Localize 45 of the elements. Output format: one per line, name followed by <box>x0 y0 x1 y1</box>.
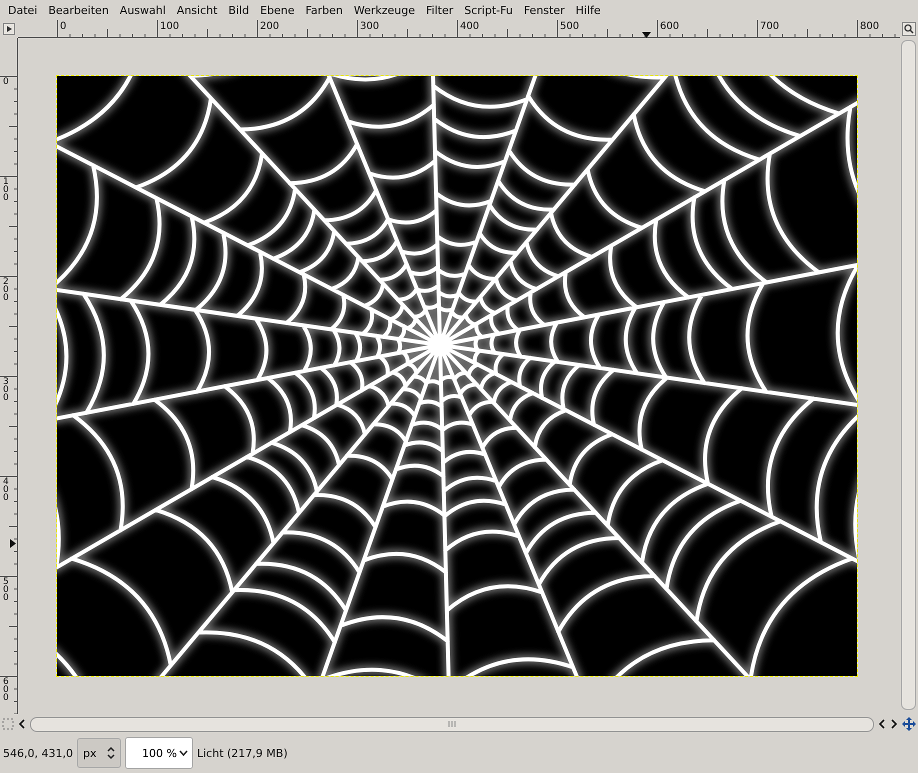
unit-selector[interactable]: px <box>76 738 121 768</box>
move-cross-icon[interactable] <box>902 717 916 731</box>
ruler-label: 300 <box>360 21 380 32</box>
menu-item[interactable]: Fenster <box>520 4 572 16</box>
menu-item[interactable]: Hilfe <box>572 4 608 16</box>
zoom-selector[interactable]: 100 % <box>124 737 193 769</box>
ruler-label: 600 <box>3 678 9 702</box>
menu-item[interactable]: Filter <box>422 4 460 16</box>
ruler-label: 400 <box>3 478 9 502</box>
arrow-right-icon[interactable] <box>890 719 898 729</box>
menu-item[interactable]: Bearbeiten <box>44 4 116 16</box>
ruler-label: 0 <box>3 78 9 86</box>
menu-item[interactable]: Auswahl <box>116 4 173 16</box>
ruler-label: 0 <box>60 21 66 32</box>
menu-item[interactable]: Script-Fu <box>460 4 520 16</box>
ruler-label: 500 <box>3 578 9 602</box>
arrow-left-icon[interactable] <box>878 719 886 729</box>
menu-item[interactable]: Ansicht <box>172 4 224 16</box>
menu-item[interactable]: Werkzeuge <box>350 4 422 16</box>
pointer-marker-icon <box>10 539 16 548</box>
ruler-label: 800 <box>860 21 880 32</box>
ruler-label: 600 <box>660 21 680 32</box>
pointer-marker-icon <box>642 32 651 38</box>
caret-icon <box>178 750 188 756</box>
ruler-label: 300 <box>3 378 9 402</box>
menu-item[interactable]: Farben <box>302 4 350 16</box>
layer-info: Licht (217,9 MB) <box>196 746 288 760</box>
arrow-left-icon[interactable] <box>18 719 26 729</box>
ruler-label: 500 <box>560 21 580 32</box>
ruler-label: 200 <box>260 21 280 32</box>
menu-item[interactable]: Bild <box>224 4 256 16</box>
menu-item[interactable]: Ebene <box>256 4 302 16</box>
horizontal-scrollbar[interactable] <box>30 716 874 732</box>
menu-item[interactable]: Datei <box>4 4 44 16</box>
grip-icon <box>448 721 456 727</box>
ruler-label: 100 <box>160 21 180 32</box>
ruler-label: 200 <box>3 278 9 302</box>
ruler-label: 400 <box>460 21 480 32</box>
pointer-coordinates: 546,0, 431,0 <box>3 746 73 760</box>
vertical-scrollbar[interactable] <box>901 40 916 710</box>
selection-icon[interactable] <box>2 718 14 730</box>
zoom-icon[interactable] <box>902 22 916 36</box>
up-down-arrows-icon <box>106 746 115 760</box>
ruler-label: 100 <box>3 178 9 202</box>
ruler-label: 700 <box>760 21 780 32</box>
